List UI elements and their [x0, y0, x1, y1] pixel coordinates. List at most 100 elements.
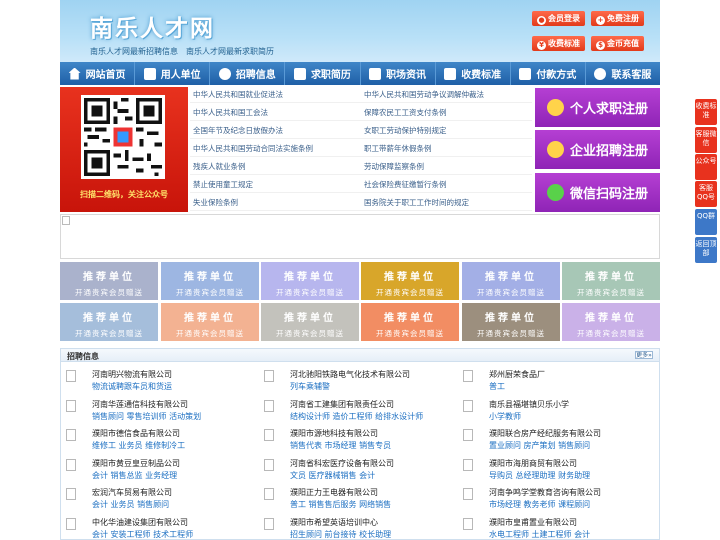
company-logo[interactable] [264, 517, 274, 530]
law-link[interactable]: 职工带薪年休假条例 [364, 143, 432, 154]
law-link[interactable]: 国务院关于职工工作时间的规定 [364, 197, 469, 208]
recharge-button[interactable]: $ 金币充值 [591, 36, 644, 51]
company-name[interactable]: 河南明兴物流有限公司 [92, 369, 172, 380]
company-logo[interactable] [66, 458, 76, 471]
company-register-button[interactable]: 企业招聘注册 [535, 130, 660, 169]
law-link[interactable]: 保障农民工工资支付条例 [364, 107, 447, 118]
company-jobs[interactable]: 招生顾问 前台接待 校长助理 [290, 529, 391, 540]
company-name[interactable]: 濮阳市德信食品有限公司 [92, 428, 180, 439]
pricing-button[interactable]: ¥ 收费标准 [532, 36, 585, 51]
company-jobs[interactable]: 会计 业务员 销售顾问 [92, 499, 169, 510]
company-name[interactable]: 宏润汽车贸易有限公司 [92, 487, 172, 498]
company-name[interactable]: 濮阳市源地科技有限公司 [290, 428, 378, 439]
nav-home[interactable]: 网站首页 [60, 62, 136, 85]
nav-resumes[interactable]: 求职简历 [285, 62, 361, 85]
law-link[interactable]: 禁止使用童工规定 [193, 179, 253, 190]
law-link[interactable]: 失业保险条例 [193, 197, 238, 208]
float-button[interactable]: 收费标准 [695, 99, 717, 125]
company-jobs[interactable]: 列车乘辅警 [290, 381, 330, 392]
company-jobs[interactable]: 物流诚聘跟车员和货运 [92, 381, 172, 392]
company-jobs[interactable]: 文员 医疗器械销售 会计 [290, 470, 375, 481]
personal-register-button[interactable]: 个人求职注册 [535, 88, 660, 127]
company-name[interactable]: 濮阳正力王电器有限公司 [290, 487, 378, 498]
company-jobs[interactable]: 水电工程师 土建工程师 会计 [489, 529, 590, 540]
company-logo[interactable] [66, 370, 76, 382]
company-name[interactable]: 河南华莲通信科技有限公司 [92, 399, 188, 410]
company-logo[interactable] [463, 399, 473, 412]
company-logo[interactable] [264, 458, 274, 471]
company-logo[interactable] [264, 429, 274, 441]
recommend-tile[interactable]: 推荐单位 开通贵宾会员赠送 [261, 262, 359, 300]
nav-employers[interactable]: 用人单位 [135, 62, 211, 85]
ad-banner[interactable] [60, 214, 660, 259]
recommend-tile[interactable]: 推荐单位 开通贵宾会员赠送 [462, 303, 560, 341]
recommend-tile[interactable]: 推荐单位 开通贵宾会员赠送 [462, 262, 560, 300]
company-name[interactable]: 郑州厨荣食品厂 [489, 369, 545, 380]
company-logo[interactable] [66, 399, 76, 412]
recommend-tile[interactable]: 推荐单位 开通贵宾会员赠送 [161, 303, 259, 341]
law-link[interactable]: 女职工劳动保护特别规定 [364, 125, 447, 136]
recommend-tile[interactable]: 推荐单位 开通贵宾会员赠送 [361, 303, 459, 341]
company-logo[interactable] [264, 399, 274, 412]
recommend-tile[interactable]: 推荐单位 开通贵宾会员赠送 [60, 303, 158, 341]
company-jobs[interactable]: 普工 [489, 381, 505, 392]
nav-contact[interactable]: 联系客服 [586, 62, 660, 85]
law-link[interactable]: 社会保险费征缴暂行条例 [364, 179, 447, 190]
site-logo[interactable]: 南乐人才网 [90, 9, 215, 43]
login-button[interactable]: ● 会员登录 [532, 11, 585, 26]
company-jobs[interactable]: 会计 安装工程师 技术工程师 [92, 529, 193, 540]
law-link[interactable]: 中华人民共和国劳动合同法实施条例 [193, 143, 313, 154]
company-jobs[interactable]: 普工 销售售后服务 网络销售 [290, 499, 391, 510]
company-name[interactable]: 濮阳市海朋商贸有限公司 [489, 458, 577, 469]
company-logo[interactable] [264, 370, 274, 382]
float-button[interactable]: 公众号 [695, 154, 717, 180]
company-jobs[interactable]: 销售代表 市场经理 销售专员 [290, 440, 391, 451]
company-name[interactable]: 中化华油建设集团有限公司 [92, 517, 188, 528]
wechat-register-button[interactable]: 微信扫码注册 [535, 173, 660, 212]
float-button[interactable]: 客服微信 [695, 127, 717, 153]
law-link[interactable]: 中华人民共和国就业促进法 [193, 89, 283, 100]
float-button[interactable]: 客服QQ号 [695, 181, 717, 207]
recommend-tile[interactable]: 推荐单位 开通贵宾会员赠送 [60, 262, 158, 300]
company-logo[interactable] [66, 488, 76, 500]
law-link[interactable]: 劳动保障监察条例 [364, 161, 424, 172]
nav-news[interactable]: 职场资讯 [361, 62, 436, 85]
company-name[interactable]: 濮阳市希望英语培训中心 [290, 517, 378, 528]
company-name[interactable]: 濮阳市皇甫置业有限公司 [489, 517, 577, 528]
company-name[interactable]: 河南争鸣学堂教育咨询有限公司 [489, 487, 601, 498]
company-jobs[interactable]: 维修工 业务员 维修制冷工 [92, 440, 185, 451]
company-jobs[interactable]: 小学教师 [489, 411, 521, 422]
recommend-tile[interactable]: 推荐单位 开通贵宾会员赠送 [361, 262, 459, 300]
law-link[interactable]: 中华人民共和国工会法 [193, 107, 268, 118]
register-button[interactable]: + 免费注册 [591, 11, 644, 26]
company-logo[interactable] [463, 429, 473, 441]
more-link[interactable]: 更多» [635, 351, 653, 359]
company-logo[interactable] [264, 488, 274, 500]
nav-jobs[interactable]: 招聘信息 [210, 62, 286, 85]
float-button[interactable]: QQ群 [695, 209, 717, 235]
recommend-tile[interactable]: 推荐单位 开通贵宾会员赠送 [562, 303, 660, 341]
company-jobs[interactable]: 会计 销售总监 业务经理 [92, 470, 177, 481]
company-logo[interactable] [463, 517, 473, 530]
company-logo[interactable] [463, 370, 473, 382]
float-button[interactable]: 返回顶部 [695, 237, 717, 263]
recommend-tile[interactable]: 推荐单位 开通贵宾会员赠送 [562, 262, 660, 300]
company-name[interactable]: 河南省科宏医疗设备有限公司 [290, 458, 394, 469]
company-name[interactable]: 濮阳联合房产经纪服务有限公司 [489, 428, 601, 439]
law-link[interactable]: 全国年节及纪念日放假办法 [193, 125, 283, 136]
company-name[interactable]: 河北驰阳铁路电气化技术有限公司 [290, 369, 410, 380]
company-name[interactable]: 河南省工建集团有限责任公司 [290, 399, 394, 410]
company-jobs[interactable]: 销售顾问 零售培训师 活动策划 [92, 411, 201, 422]
recommend-tile[interactable]: 推荐单位 开通贵宾会员赠送 [161, 262, 259, 300]
company-logo[interactable] [66, 429, 76, 441]
law-link[interactable]: 中华人民共和国劳动争议调解仲裁法 [364, 89, 484, 100]
recommend-tile[interactable]: 推荐单位 开通贵宾会员赠送 [261, 303, 359, 341]
company-jobs[interactable]: 市场经理 教务老师 课程顾问 [489, 499, 590, 510]
company-name[interactable]: 濮阳市黄豆皇豆制品公司 [92, 458, 180, 469]
company-jobs[interactable]: 置业顾问 房产策划 销售顾问 [489, 440, 590, 451]
company-name[interactable]: 南乐县福堪镇贝乐小学 [489, 399, 569, 410]
nav-payment[interactable]: 付款方式 [511, 62, 586, 85]
company-jobs[interactable]: 结构设计师 造价工程师 给排水设计师 [290, 411, 423, 422]
company-jobs[interactable]: 导购员 总经理助理 财务助理 [489, 470, 590, 481]
company-logo[interactable] [463, 458, 473, 471]
